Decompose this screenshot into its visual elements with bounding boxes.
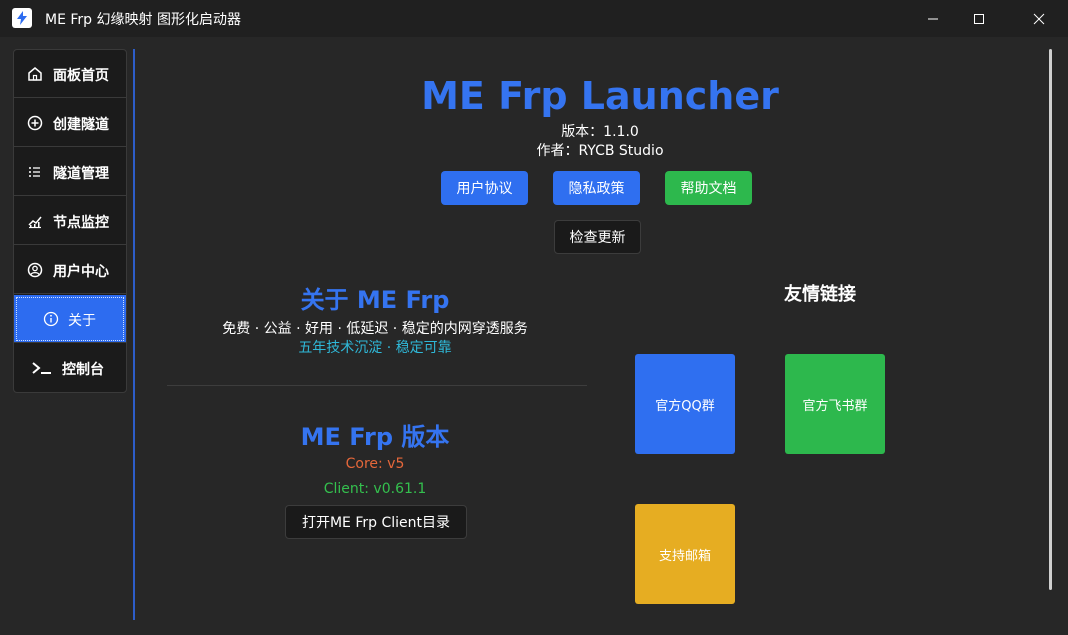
close-icon	[1033, 13, 1045, 24]
title-bar: ME Frp 幻缘映射 图形化启动器	[0, 0, 1068, 37]
user-agreement-button[interactable]: 用户协议	[441, 171, 528, 205]
about-title: 关于 ME Frp	[300, 286, 450, 314]
open-client-dir-button[interactable]: 打开ME Frp Client目录	[285, 505, 467, 539]
version-line: 版本：1.1.0	[561, 124, 639, 140]
client-version: Client: v0.61.1	[323, 481, 427, 497]
minimize-icon	[928, 18, 938, 19]
check-update-button[interactable]: 检查更新	[554, 220, 641, 254]
version-section-title: ME Frp 版本	[300, 423, 450, 451]
sidebar-item-label: 控制台	[62, 362, 104, 378]
sidebar-item-label: 隧道管理	[53, 166, 109, 182]
privacy-policy-button[interactable]: 隐私政策	[553, 171, 640, 205]
friend-links-title: 友情链接	[784, 284, 856, 305]
sidebar-item-label: 创建隧道	[53, 117, 109, 133]
scrollbar[interactable]	[1049, 49, 1052, 590]
plus-circle-icon	[27, 115, 43, 131]
sidebar-item-node-monitor[interactable]: 节点监控	[14, 197, 126, 245]
terminal-icon	[32, 362, 51, 374]
list-icon	[29, 167, 40, 177]
qq-group-tile[interactable]: 官方QQ群	[635, 354, 735, 454]
content-area: 面板首页 创建隧道 隧道管理 节点监控 用户中心 关于 控制台 ME Frp L…	[0, 37, 1068, 635]
app-title: ME Frp Launcher	[421, 74, 779, 118]
sidebar-item-label: 关于	[68, 313, 96, 329]
help-docs-button[interactable]: 帮助文档	[665, 171, 752, 205]
sidebar-item-user-center[interactable]: 用户中心	[14, 246, 126, 294]
sidebar-item-about[interactable]: 关于	[14, 295, 126, 343]
sidebar-item-label: 面板首页	[53, 68, 109, 84]
minimize-button[interactable]	[910, 0, 956, 37]
user-circle-icon	[27, 262, 43, 278]
author-line: 作者：RYCB Studio	[536, 143, 664, 159]
sidebar-item-label: 节点监控	[53, 215, 109, 231]
sidebar-divider	[133, 49, 135, 620]
maximize-icon	[974, 13, 984, 24]
chart-icon	[28, 216, 42, 229]
window-title: ME Frp 幻缘映射 图形化启动器	[45, 12, 241, 28]
home-icon	[28, 67, 42, 81]
sidebar: 面板首页 创建隧道 隧道管理 节点监控 用户中心 关于 控制台	[13, 49, 127, 393]
info-icon	[43, 311, 59, 327]
core-version: Core: v5	[345, 456, 405, 472]
sidebar-item-create-tunnel[interactable]: 创建隧道	[14, 99, 126, 147]
support-email-tile[interactable]: 支持邮箱	[635, 504, 735, 604]
sidebar-item-home[interactable]: 面板首页	[14, 50, 126, 98]
about-tagline: 五年技术沉淀 · 稳定可靠	[298, 340, 452, 356]
feishu-group-tile[interactable]: 官方飞书群	[785, 354, 885, 454]
sidebar-item-console[interactable]: 控制台	[14, 344, 126, 392]
section-divider	[167, 385, 587, 386]
app-logo-icon	[12, 8, 32, 28]
maximize-button[interactable]	[956, 0, 1002, 37]
close-button[interactable]	[1016, 0, 1062, 37]
sidebar-item-label: 用户中心	[53, 264, 109, 280]
about-description: 免费 · 公益 · 好用 · 低延迟 · 稳定的内网穿透服务	[222, 321, 528, 337]
sidebar-item-tunnel-manage[interactable]: 隧道管理	[14, 148, 126, 196]
